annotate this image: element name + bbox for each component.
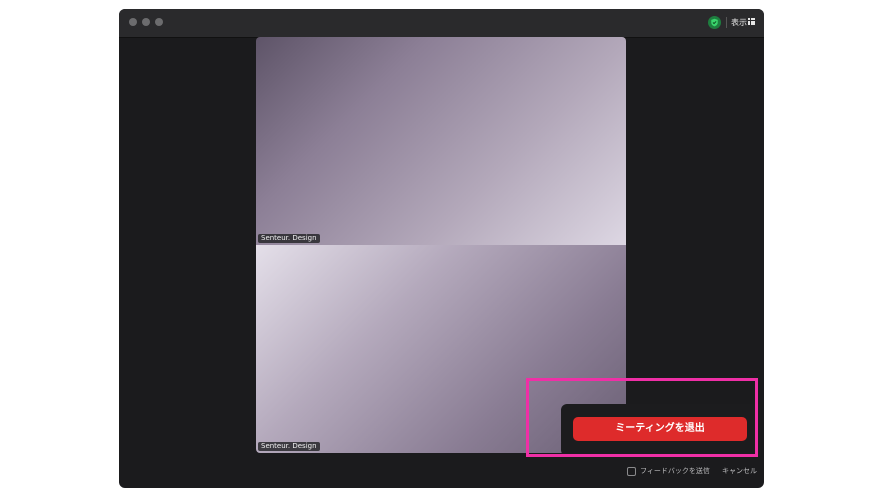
shield-check-icon[interactable] [708,16,721,29]
window-titlebar: 表示 [119,9,764,38]
leave-meeting-panel: ミーティングを退出 [561,404,761,456]
minimize-window-button[interactable] [142,18,150,26]
feedback-label[interactable]: フィードバックを送信 [640,465,710,477]
zoom-window-button[interactable] [155,18,163,26]
view-menu-label[interactable]: 表示 [731,17,747,28]
grid-icon[interactable] [748,18,755,25]
meeting-window: 表示 Senteur. Design Senteur. Design ミーティン… [119,9,764,488]
cancel-button[interactable]: キャンセル [722,465,757,477]
participant-name-tag: Senteur. Design [258,234,320,243]
titlebar-divider [726,17,727,28]
video-tile[interactable]: Senteur. Design [256,37,626,245]
feedback-option[interactable]: フィードバックを送信 [627,465,710,477]
participant-name-tag: Senteur. Design [258,442,320,451]
close-window-button[interactable] [129,18,137,26]
feedback-checkbox[interactable] [627,466,636,476]
leave-meeting-button[interactable]: ミーティングを退出 [573,417,747,441]
